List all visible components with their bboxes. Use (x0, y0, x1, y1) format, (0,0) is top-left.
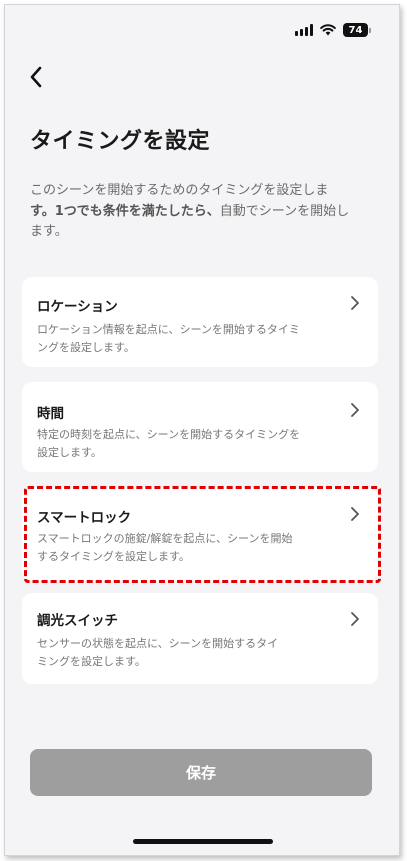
option-time[interactable]: 時間 特定の時刻を起点に、シーンを開始するタイミングを 設定します。 (22, 382, 378, 472)
option-title: 調光スイッチ (37, 613, 118, 629)
home-indicator (133, 839, 273, 844)
option-description: センサーの状態を起点に、シーンを開始するタイ ミングを設定します。 (37, 637, 279, 668)
page-description: このシーンを開始するためのタイミングを設定しま す。1つでも条件を満たしたら、自動… (30, 183, 350, 239)
wifi-icon (320, 24, 336, 36)
option-location[interactable]: ロケーション ロケーション情報を起点に、シーンを開始するタイミ ングを設定します。 (22, 277, 378, 367)
option-title: 時間 (37, 406, 64, 422)
save-button[interactable]: 保存 (30, 749, 372, 796)
phone-screen: 74 タイミングを設定 このシーンを開始するためのタイミングを設定しま す。1つで… (4, 4, 400, 856)
status-bar: 74 (295, 23, 371, 37)
option-description: 特定の時刻を起点に、シーンを開始するタイミングを 設定します。 (37, 428, 301, 459)
option-smart-lock[interactable]: スマートロック スマートロックの施錠/解錠を起点に、シーンを開始 するタイミングを… (22, 488, 378, 581)
page-title: タイミングを設定 (30, 129, 211, 154)
chevron-right-icon (351, 612, 359, 626)
option-title: スマートロック (37, 510, 132, 526)
battery-icon: 74 (343, 23, 371, 37)
chevron-right-icon (351, 403, 359, 417)
option-description: ロケーション情報を起点に、シーンを開始するタイミ ングを設定します。 (37, 323, 300, 354)
option-title: ロケーション (37, 299, 118, 315)
chevron-right-icon (351, 296, 359, 310)
cellular-signal-icon (295, 24, 313, 36)
option-dimmer-switch[interactable]: 調光スイッチ センサーの状態を起点に、シーンを開始するタイ ミングを設定します。 (22, 593, 378, 684)
chevron-right-icon (351, 507, 359, 521)
option-description: スマートロックの施錠/解錠を起点に、シーンを開始 するタイミングを設定します。 (37, 532, 293, 563)
back-button[interactable] (23, 63, 51, 91)
chevron-left-icon (30, 66, 42, 88)
battery-level: 74 (343, 23, 368, 37)
